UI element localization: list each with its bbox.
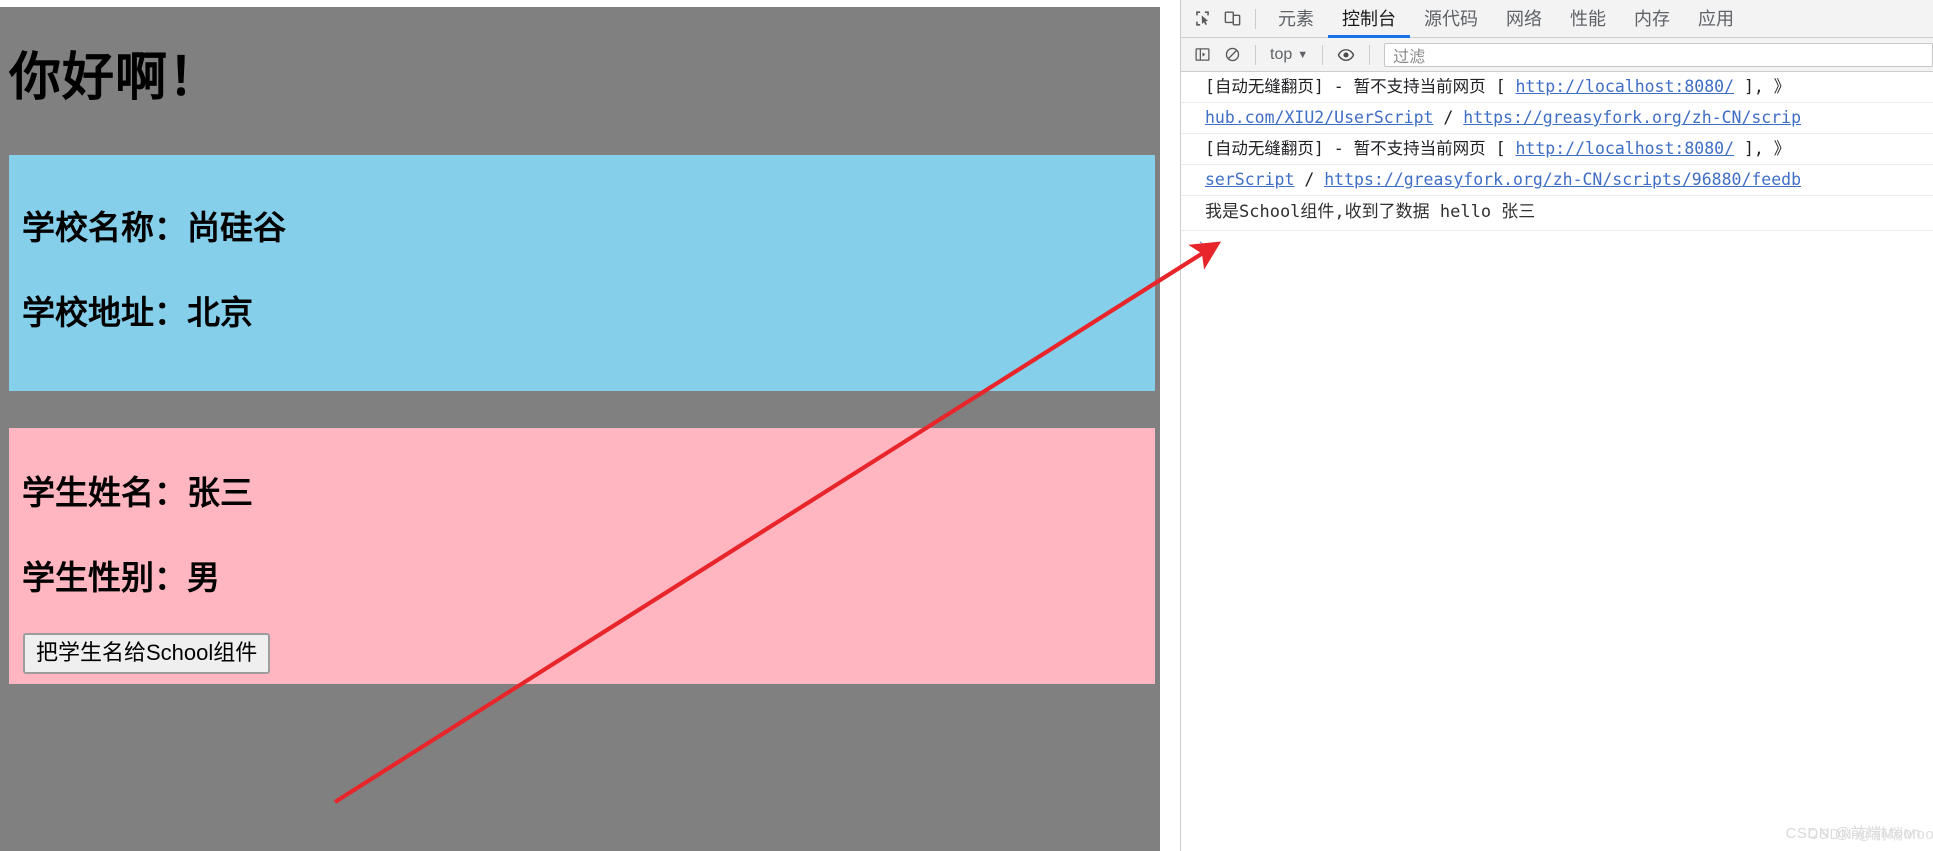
- clear-console-icon[interactable]: [1217, 40, 1247, 70]
- school-address-line: 学校地址：北京: [22, 294, 253, 331]
- log-segment: /: [1433, 108, 1464, 127]
- give-student-name-button[interactable]: 把学生名给School组件: [23, 633, 271, 675]
- console-prompt-caret: ›: [1197, 235, 1207, 253]
- tab-performance[interactable]: 性能: [1556, 0, 1620, 38]
- console-context-label: top: [1270, 45, 1293, 63]
- log-link[interactable]: hub.com/XIU2/UserScript: [1205, 108, 1433, 127]
- chevron-down-icon: ▼: [1297, 48, 1309, 61]
- log-link[interactable]: serScript: [1205, 170, 1294, 189]
- toolbar-divider: [1255, 8, 1256, 29]
- console-log-row-school-message[interactable]: 我是School组件,收到了数据 hello 张三: [1181, 196, 1933, 231]
- console-toolbar: top ▼ 过滤: [1181, 38, 1933, 72]
- tab-network[interactable]: 网络: [1492, 0, 1556, 38]
- console-prompt[interactable]: ›: [1181, 231, 1933, 257]
- console-log-row[interactable]: hub.com/XIU2/UserScript / https://greasy…: [1181, 103, 1933, 134]
- log-segment: 我是School组件,收到了数据 hello 张三: [1205, 202, 1536, 222]
- school-component: 学校名称：尚硅谷 学校地址：北京: [9, 155, 1155, 391]
- live-expression-eye-icon[interactable]: [1331, 40, 1361, 70]
- console-toolbar-divider-2: [1322, 44, 1324, 65]
- tab-console[interactable]: 控制台: [1328, 0, 1410, 38]
- console-filter-input[interactable]: 过滤: [1384, 42, 1933, 67]
- tab-elements[interactable]: 元素: [1264, 0, 1328, 38]
- device-toolbar-icon[interactable]: [1217, 4, 1247, 34]
- log-segment: ], 》: [1734, 139, 1791, 158]
- console-context-selector[interactable]: top ▼: [1264, 46, 1314, 64]
- log-segment: [自动无缝翻页] - 暂不支持当前网页 [: [1205, 139, 1516, 158]
- screenshot-root: 你好啊！ 学校名称：尚硅谷 学校地址：北京 学生姓名：张三 学生性别：男 把学生…: [0, 0, 1933, 851]
- console-log-row[interactable]: [自动无缝翻页] - 暂不支持当前网页 [ http://localhost:8…: [1181, 134, 1933, 165]
- school-name-line: 学校名称：尚硅谷: [22, 209, 286, 246]
- inspect-element-icon[interactable]: [1187, 4, 1217, 34]
- log-link[interactable]: https://greasyfork.org/zh-CN/scripts/968…: [1324, 170, 1801, 189]
- log-link[interactable]: https://greasyfork.org/zh-CN/scrip: [1463, 108, 1801, 127]
- tab-memory[interactable]: 内存: [1620, 0, 1684, 38]
- log-link[interactable]: http://localhost:8080/: [1515, 77, 1734, 96]
- log-segment: /: [1294, 170, 1325, 189]
- devtools-tabbar: 元素 控制台 源代码 网络 性能 内存 应用: [1181, 0, 1933, 38]
- page-viewport: 你好啊！ 学校名称：尚硅谷 学校地址：北京 学生姓名：张三 学生性别：男 把学生…: [0, 0, 1160, 851]
- tab-sources[interactable]: 源代码: [1410, 0, 1492, 38]
- watermark: CSDN @前端Moon CSDN @前端Moon: [1786, 822, 1933, 843]
- console-sidebar-icon[interactable]: [1187, 40, 1217, 70]
- log-link[interactable]: http://localhost:8080/: [1515, 139, 1734, 158]
- page-title: 你好啊！: [9, 49, 222, 107]
- page-top-strip: [0, 0, 1160, 7]
- log-segment: [自动无缝翻页] - 暂不支持当前网页 [: [1205, 77, 1516, 96]
- console-log-row[interactable]: serScript / https://greasyfork.org/zh-CN…: [1181, 165, 1933, 196]
- devtools-panel: 元素 控制台 源代码 网络 性能 内存 应用 top ▼ 过滤 [自动无缝翻页]…: [1180, 0, 1933, 851]
- student-component: 学生姓名：张三 学生性别：男 把学生名给School组件: [9, 428, 1155, 684]
- console-log-row[interactable]: [自动无缝翻页] - 暂不支持当前网页 [ http://localhost:8…: [1181, 72, 1933, 103]
- watermark-back: CSDN @前端Moon: [1807, 826, 1933, 843]
- console-toolbar-divider-1: [1255, 44, 1256, 65]
- student-gender-line: 学生性别：男: [22, 559, 220, 596]
- console-toolbar-divider-3: [1369, 44, 1371, 65]
- student-name-line: 学生姓名：张三: [22, 474, 253, 511]
- log-segment: ], 》: [1734, 77, 1791, 96]
- console-filter-placeholder: 过滤: [1393, 48, 1426, 66]
- console-message-list[interactable]: [自动无缝翻页] - 暂不支持当前网页 [ http://localhost:8…: [1181, 72, 1933, 851]
- tab-application[interactable]: 应用: [1684, 0, 1748, 38]
